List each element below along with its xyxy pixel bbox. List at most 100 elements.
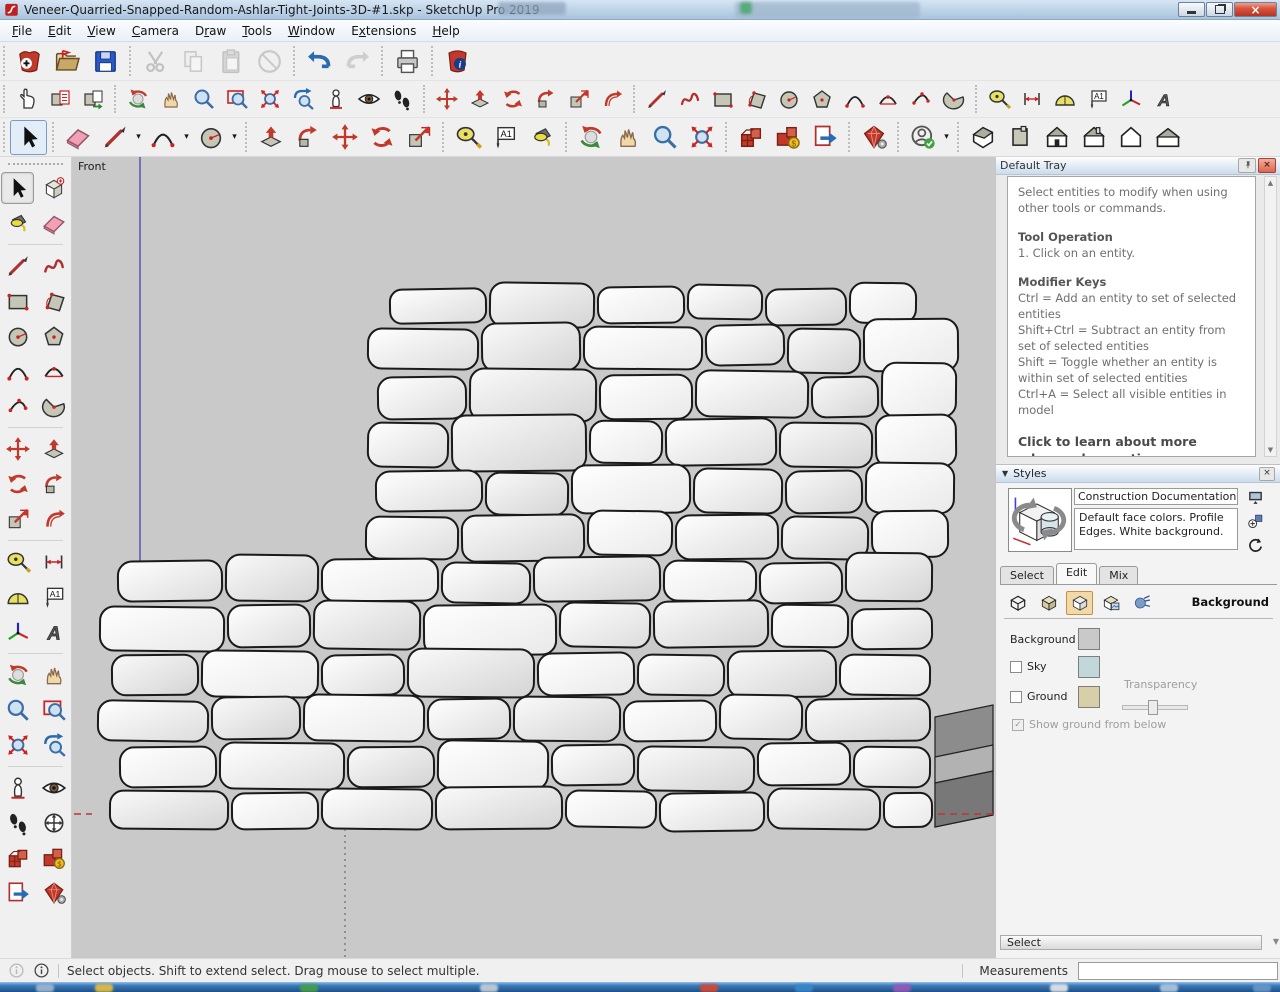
- taskbar-app-icon[interactable]: [1253, 984, 1271, 992]
- eraser-button[interactable]: [37, 207, 70, 239]
- freehand-button[interactable]: [673, 84, 706, 115]
- rotate-button[interactable]: [496, 84, 529, 115]
- move-button[interactable]: [1, 433, 34, 465]
- model-info-button[interactable]: i: [438, 44, 476, 79]
- rotate-button[interactable]: [1, 468, 34, 500]
- tab-mix[interactable]: Mix: [1099, 566, 1139, 584]
- minimize-button[interactable]: [1178, 2, 1205, 17]
- zoom-previous-button[interactable]: [37, 729, 70, 761]
- scale-button[interactable]: [562, 84, 595, 115]
- zoom-window-button[interactable]: [37, 694, 70, 726]
- taskbar-app-icon[interactable]: [36, 984, 54, 992]
- extension-manager-button[interactable]: [37, 877, 70, 909]
- update-style-button[interactable]: [1245, 536, 1265, 555]
- rotated-rectangle-button[interactable]: [37, 285, 70, 317]
- close-button[interactable]: ×: [1234, 2, 1277, 17]
- pan-button[interactable]: [609, 120, 646, 155]
- zoom-extents-button[interactable]: [683, 120, 720, 155]
- dimension-button[interactable]: [37, 546, 70, 578]
- zoom-previous-button[interactable]: [286, 84, 319, 115]
- eraser-button[interactable]: [59, 120, 96, 155]
- zoom-window-button[interactable]: [220, 84, 253, 115]
- push-pull-button[interactable]: [37, 433, 70, 465]
- copy-button[interactable]: [174, 44, 212, 79]
- credits-info-icon[interactable]: [33, 962, 50, 979]
- walk-button[interactable]: [1, 807, 34, 839]
- axes-button[interactable]: [1, 616, 34, 648]
- styles-close-button[interactable]: ×: [1259, 466, 1275, 481]
- rectangle-button[interactable]: [706, 84, 739, 115]
- protractor-button[interactable]: [1048, 84, 1081, 115]
- menu-help[interactable]: Help: [424, 21, 467, 41]
- text-button[interactable]: A1: [37, 581, 70, 613]
- cut-button[interactable]: [136, 44, 174, 79]
- extension-warehouse-button[interactable]: $: [37, 842, 70, 874]
- background-color-swatch[interactable]: [1078, 628, 1100, 650]
- circle-button[interactable]: [772, 84, 805, 115]
- arc-button[interactable]: [144, 120, 181, 155]
- orbit-button[interactable]: [121, 84, 154, 115]
- 3d-text-button[interactable]: A: [1147, 84, 1180, 115]
- secondary-selection-bar[interactable]: Select: [1000, 935, 1262, 950]
- menu-window[interactable]: Window: [280, 21, 343, 41]
- secondary-collapse-icon[interactable]: ▼: [1273, 937, 1279, 946]
- tape-measure-button[interactable]: [982, 84, 1015, 115]
- interact-button[interactable]: [10, 84, 43, 115]
- position-camera-button[interactable]: [1, 772, 34, 804]
- ground-color-swatch[interactable]: [1078, 686, 1100, 708]
- text-button[interactable]: A1: [1081, 84, 1114, 115]
- edge-settings-button[interactable]: [1004, 591, 1031, 615]
- rotated-rectangle-button[interactable]: [739, 84, 772, 115]
- line-button[interactable]: [1, 250, 34, 282]
- tab-edit[interactable]: Edit: [1055, 563, 1098, 584]
- view-top-button[interactable]: [1001, 120, 1038, 155]
- zoom-extents-button[interactable]: [253, 84, 286, 115]
- three-point-arc-button[interactable]: [1, 390, 34, 422]
- tape-measure-button[interactable]: [449, 120, 486, 155]
- style-description[interactable]: Default face colors. Profile Edges. Whit…: [1074, 508, 1238, 550]
- three-point-arc-button[interactable]: [904, 84, 937, 115]
- view-right-button[interactable]: [1149, 120, 1186, 155]
- two-point-arc-button[interactable]: [37, 355, 70, 387]
- extension-manager-button[interactable]: [855, 120, 892, 155]
- circle-button[interactable]: [192, 120, 229, 155]
- new-button[interactable]: [10, 44, 48, 79]
- windows-taskbar[interactable]: [0, 982, 1280, 992]
- menu-camera[interactable]: Camera: [124, 21, 187, 41]
- style-name-input[interactable]: Construction Documentation Sty: [1074, 488, 1238, 505]
- orbit-button[interactable]: [1, 659, 34, 691]
- push-pull-button[interactable]: [252, 120, 289, 155]
- line-button[interactable]: [640, 84, 673, 115]
- offset-button[interactable]: [37, 503, 70, 535]
- taskbar-app-icon[interactable]: [1160, 984, 1178, 992]
- position-camera-button[interactable]: [319, 84, 352, 115]
- tray-close-button[interactable]: ×: [1258, 158, 1276, 173]
- geolocation-status-icon[interactable]: [8, 962, 25, 979]
- circle-button[interactable]: [1, 320, 34, 352]
- pan-button[interactable]: [154, 84, 187, 115]
- paste-button[interactable]: [212, 44, 250, 79]
- section-plane-button[interactable]: [37, 807, 70, 839]
- 3d-warehouse-button[interactable]: [1, 842, 34, 874]
- select-button[interactable]: [10, 119, 47, 155]
- polygon-button[interactable]: [805, 84, 838, 115]
- menu-edit[interactable]: Edit: [40, 21, 79, 41]
- component-options-button[interactable]: [43, 84, 76, 115]
- save-button[interactable]: [86, 44, 124, 79]
- orbit-button[interactable]: [572, 120, 609, 155]
- scale-button[interactable]: [400, 120, 437, 155]
- make-component-button[interactable]: [37, 172, 70, 204]
- view-iso-button[interactable]: [964, 120, 1001, 155]
- zoom-button[interactable]: [187, 84, 220, 115]
- sign-in-button[interactable]: [904, 120, 941, 155]
- menu-extensions[interactable]: Extensions: [343, 21, 424, 41]
- transparency-slider-thumb[interactable]: [1148, 700, 1158, 715]
- open-button[interactable]: [48, 44, 86, 79]
- modeling-settings-button[interactable]: [1128, 591, 1155, 615]
- follow-me-button[interactable]: [37, 468, 70, 500]
- line-button[interactable]: [96, 120, 133, 155]
- circle-dropdown[interactable]: ▾: [229, 132, 240, 142]
- menu-draw[interactable]: Draw: [187, 21, 234, 41]
- instructor-scrollbar[interactable]: ▲ ▼: [1264, 176, 1277, 457]
- taskbar-app-icon[interactable]: [795, 984, 813, 992]
